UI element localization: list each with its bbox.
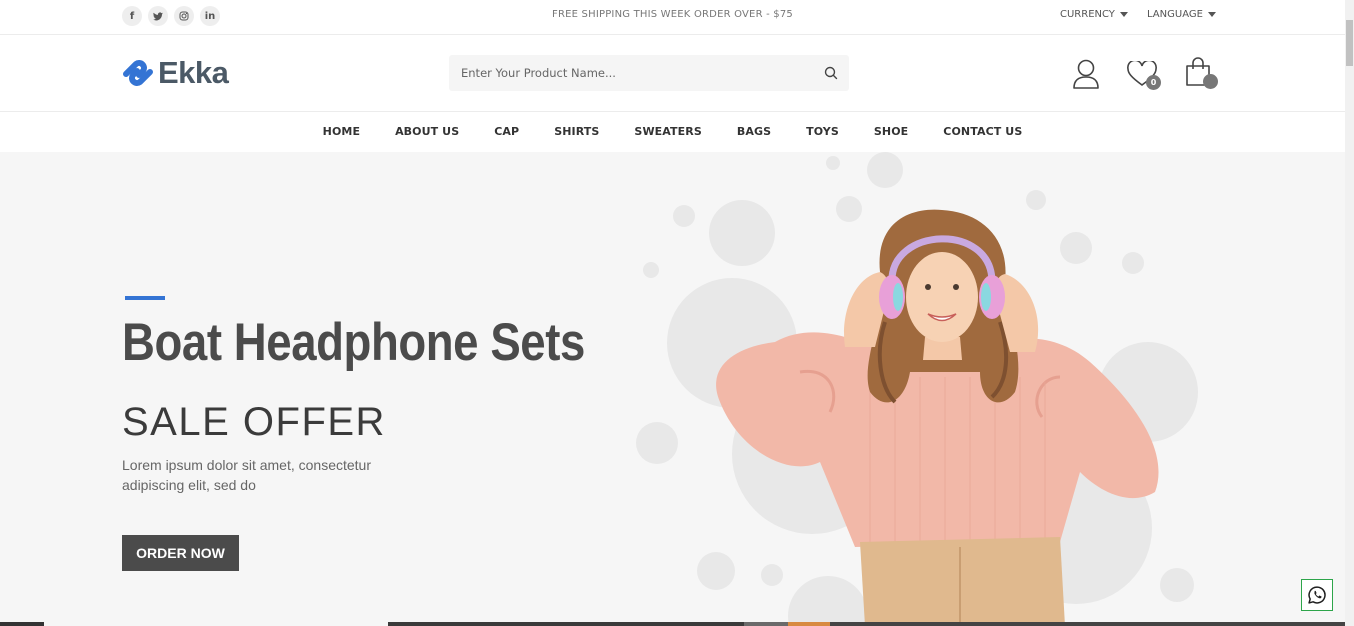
logo-text: Ekka [158,55,229,90]
chevron-down-icon [1207,12,1216,17]
nav-item-cap[interactable]: CAP [477,112,537,152]
shipping-banner-text: FREE SHIPPING THIS WEEK ORDER OVER - $75 [552,9,793,20]
search-input[interactable] [449,55,801,91]
hero-title: Boat Headphone Sets [122,313,585,372]
hero-banner: Boat Headphone Sets SALE OFFER Lorem ips… [0,152,1345,626]
hero-subtitle: SALE OFFER [122,400,386,444]
nav-item-shoe[interactable]: SHOE [856,112,925,152]
decor-circle [826,156,840,170]
main-navigation: HOME ABOUT US CAP SHIRTS SWEATERS BAGS T… [0,112,1345,152]
main-header: Ekka 0 [0,35,1345,112]
scrollbar-thumb[interactable] [1346,20,1353,66]
search-bar [449,55,849,91]
nav-item-shirts[interactable]: SHIRTS [537,112,617,152]
top-bar: f in FREE SHIPPING THIS WEEK ORDER OVER … [0,0,1345,35]
nav-item-about-us[interactable]: ABOUT US [378,112,477,152]
nav-item-sweaters[interactable]: SWEATERS [617,112,719,152]
language-label: LANGUAGE [1147,9,1203,20]
decor-circle [867,152,903,188]
decor-circle [643,262,659,278]
hero-description: Lorem ipsum dolor sit amet, consectetur … [122,457,371,493]
hero-accent-line [125,296,165,300]
hero-model-image [716,209,1159,626]
whatsapp-chat-button[interactable] [1301,579,1333,611]
nav-item-toys[interactable]: TOYS [789,112,857,152]
user-account-icon[interactable] [1072,58,1100,90]
cart-count-badge [1203,74,1218,89]
nav-item-bags[interactable]: BAGS [719,112,788,152]
carousel-bottom-strip [0,622,1345,626]
nav-item-home[interactable]: HOME [305,112,377,152]
chevron-down-icon [1119,12,1128,17]
search-icon[interactable] [823,65,839,81]
currency-label: CURRENCY [1060,9,1115,20]
nav-item-contact-us[interactable]: CONTACT US [926,112,1040,152]
wishlist-count-badge: 0 [1146,75,1161,90]
logo[interactable]: Ekka [122,55,229,91]
currency-dropdown[interactable]: CURRENCY [1060,9,1128,20]
logo-icon [123,60,153,86]
page-scrollbar[interactable] [1345,0,1354,626]
order-now-button[interactable]: ORDER NOW [122,535,239,571]
whatsapp-icon [1308,586,1326,604]
language-dropdown[interactable]: LANGUAGE [1147,9,1216,20]
decor-circle [636,422,678,464]
